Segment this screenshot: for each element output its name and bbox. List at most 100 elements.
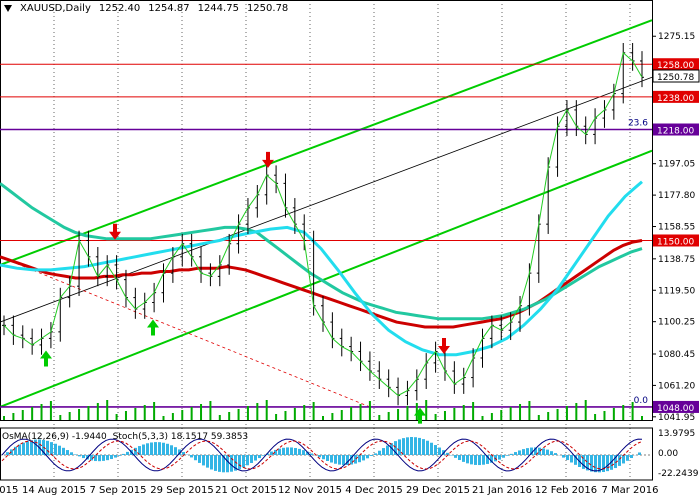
- osma-bar: [426, 441, 429, 455]
- x-tick-label: 4 Dec 2015: [345, 485, 403, 496]
- volume-bar: [50, 401, 52, 420]
- osma-bar: [270, 452, 273, 455]
- price-chart: 28 Jul 201514 Aug 20157 Sep 201529 Sep 2…: [0, 0, 700, 500]
- osma-bar: [626, 455, 629, 461]
- osma-bar: [262, 455, 265, 456]
- osma-bar: [226, 455, 229, 472]
- osma-bar: [430, 443, 433, 455]
- volume-bar: [528, 401, 530, 420]
- osma-bar: [546, 450, 549, 455]
- osma-bar: [382, 448, 385, 455]
- osma-label: OsMA(12,26,9) -1.9440: [2, 432, 107, 442]
- osma-bar: [66, 450, 69, 455]
- osma-bar: [594, 455, 597, 472]
- volume-bar: [191, 407, 193, 420]
- osma-bar: [230, 455, 233, 472]
- osma-bar: [74, 454, 77, 455]
- osma-bar: [422, 439, 425, 455]
- osma-bar: [406, 437, 409, 455]
- y-tick-label: 1275.15: [658, 32, 695, 42]
- volume-bar: [472, 402, 474, 420]
- symbol-label: XAUUSD,Daily: [20, 3, 91, 14]
- osma-bar: [298, 449, 301, 455]
- volume-bar: [566, 406, 568, 420]
- osma-bar: [50, 442, 53, 455]
- osma-bar: [478, 455, 481, 465]
- osma-bar: [326, 455, 329, 461]
- osma-bar: [250, 455, 253, 463]
- osma-bar: [310, 453, 313, 455]
- volume-bar: [491, 413, 493, 420]
- osma-bar: [470, 455, 473, 464]
- osma-bar: [498, 455, 501, 460]
- volume-bar: [294, 408, 296, 420]
- volume-bar: [266, 400, 268, 420]
- osma-bar: [466, 455, 469, 463]
- osma-bar: [214, 455, 217, 471]
- volume-bar: [163, 416, 165, 420]
- y-tick-label: 1138.75: [658, 255, 695, 265]
- low-value: 1244.75: [198, 3, 239, 14]
- osma-bar: [590, 455, 593, 472]
- osma-bar: [174, 447, 177, 455]
- osma-bar: [170, 445, 173, 455]
- y-tick-label: 1197.05: [658, 160, 695, 170]
- volume-bar: [519, 404, 521, 420]
- osma-bar: [462, 455, 465, 462]
- chart-window: 28 Jul 201514 Aug 20157 Sep 201529 Sep 2…: [0, 0, 700, 500]
- volume-bar: [200, 404, 202, 420]
- volume-bar: [144, 405, 146, 420]
- osma-bar: [550, 451, 553, 455]
- y-tick-label: 1158.55: [658, 223, 695, 233]
- volume-bar: [256, 403, 258, 420]
- x-tick-label: 29 Dec 2015: [406, 485, 470, 496]
- volume-bar: [425, 400, 427, 420]
- osma-bar: [522, 449, 525, 455]
- volume-bar: [360, 404, 362, 420]
- osma-bar: [198, 455, 201, 463]
- chevron-down-icon[interactable]: [4, 5, 12, 12]
- x-tick-label: 21 Jan 2016: [472, 485, 532, 496]
- osma-bar: [62, 448, 65, 455]
- level-price-label: 1238.00: [657, 94, 694, 104]
- osma-bar: [482, 455, 485, 465]
- osma-bar: [254, 455, 257, 461]
- osma-bar: [106, 455, 109, 460]
- volume-bar: [547, 412, 549, 420]
- volume-bar: [284, 411, 286, 420]
- y-tick-label: 1177.80: [658, 191, 695, 201]
- osma-bar: [206, 455, 209, 468]
- osma-bar: [110, 455, 113, 459]
- osma-bar: [98, 455, 101, 461]
- osma-bar: [458, 455, 461, 460]
- osma-bar: [238, 455, 241, 469]
- volume-bar: [31, 407, 33, 420]
- volume-bar: [538, 415, 540, 420]
- x-tick-label: 14 Aug 2015: [22, 485, 86, 496]
- volume-bar: [59, 415, 61, 420]
- osma-bar: [378, 451, 381, 455]
- fibo-level-label: 0.0: [634, 396, 649, 406]
- osma-bar: [502, 455, 505, 458]
- osma-bar: [146, 443, 149, 455]
- volume-bar: [3, 416, 5, 420]
- osma-bar: [606, 455, 609, 471]
- y-tick-label: 1061.20: [658, 381, 695, 391]
- osc-y-label: 0.00: [658, 449, 678, 459]
- osma-bar: [302, 450, 305, 455]
- volume-bar: [69, 412, 71, 420]
- osma-bar: [122, 454, 125, 455]
- osma-bar: [166, 444, 169, 455]
- x-tick-label: 21 Oct 2015: [215, 485, 277, 496]
- volume-bar: [397, 409, 399, 420]
- ma-line: [0, 241, 642, 328]
- osma-bar: [434, 445, 437, 455]
- osma-bar: [14, 447, 17, 455]
- x-tick-label: 7 Mar 2016: [601, 485, 658, 496]
- osma-bar: [294, 448, 297, 455]
- volume-bar: [388, 412, 390, 420]
- volume-bar: [500, 410, 502, 420]
- osma-bar: [58, 446, 61, 455]
- osma-bar: [142, 445, 145, 455]
- osma-bar: [514, 452, 517, 455]
